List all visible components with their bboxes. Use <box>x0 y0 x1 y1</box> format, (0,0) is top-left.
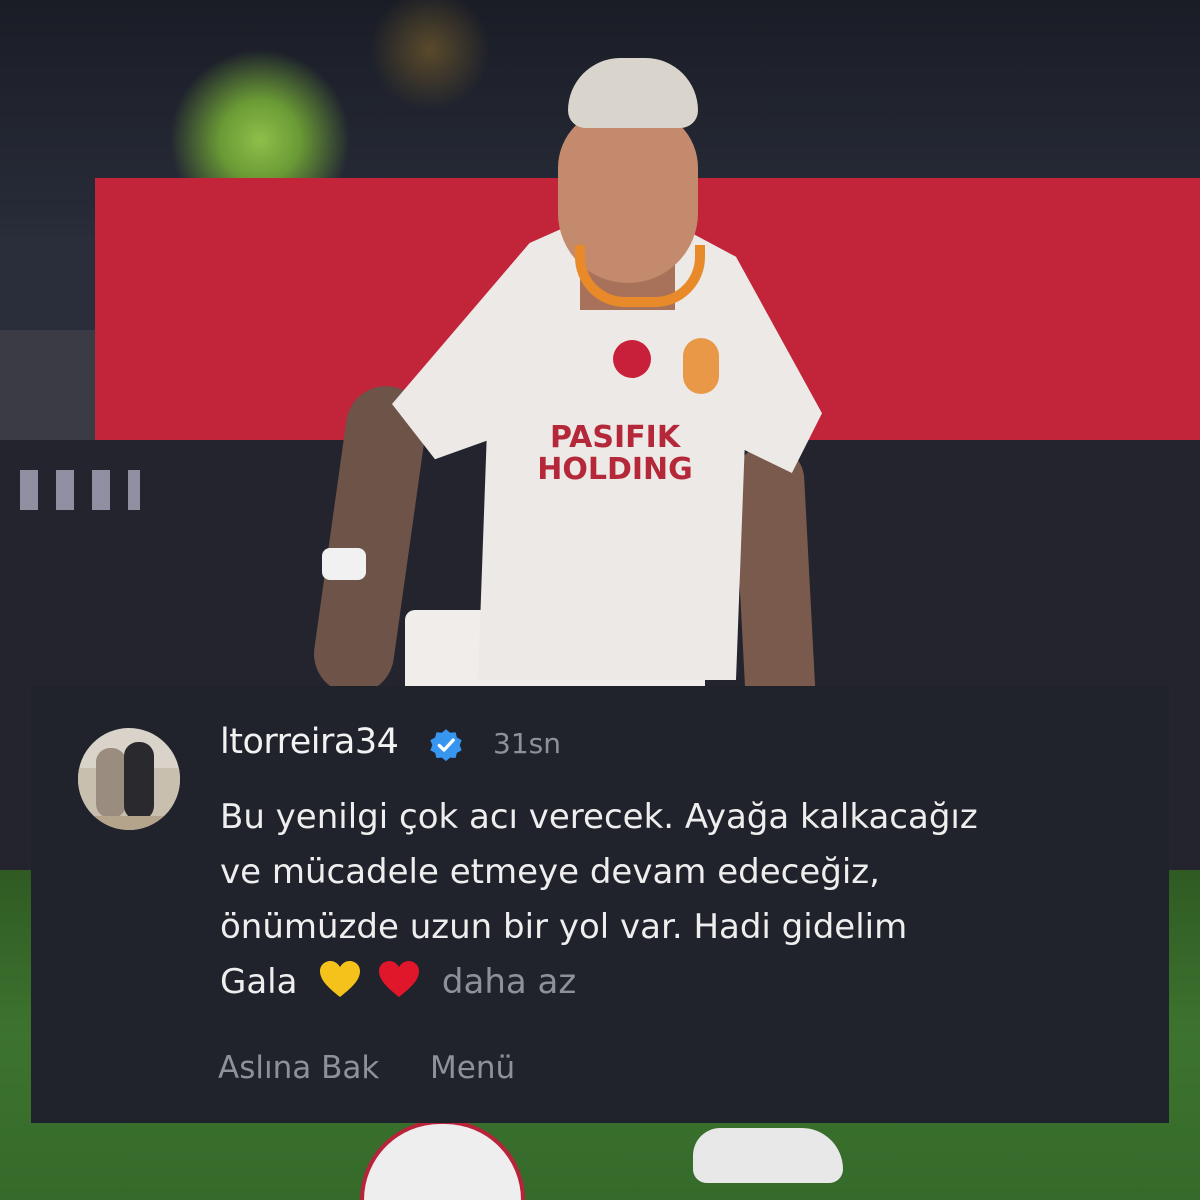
verified-badge-icon <box>430 729 462 762</box>
avatar[interactable] <box>78 728 180 830</box>
club-crest-icon <box>683 338 719 394</box>
yellow-heart-icon <box>320 961 361 997</box>
comment-timestamp: 31sn <box>493 727 561 760</box>
username[interactable]: ltorreira34 <box>220 722 399 762</box>
led-dots <box>20 470 140 510</box>
shirt-sponsor: PASIFIK HOLDING <box>525 422 705 486</box>
football-boot <box>693 1128 843 1183</box>
collapse-link[interactable]: daha az <box>442 962 576 1002</box>
view-original-button[interactable]: Aslına Bak <box>218 1050 379 1086</box>
shirt-sponsor-line1: PASIFIK <box>549 420 681 455</box>
player-hair <box>568 58 698 128</box>
avatar-person-1 <box>96 748 126 818</box>
shirt-sponsor-line2: HOLDING <box>537 452 693 487</box>
avatar-person-2 <box>124 742 154 820</box>
wristband <box>322 548 366 580</box>
avatar-floor <box>78 816 180 830</box>
turkish-flag-crest-icon <box>613 340 651 378</box>
menu-button[interactable]: Menü <box>430 1050 515 1086</box>
comment-text: Bu yenilgi çok acı verecek. Ayağa kalkac… <box>220 790 980 1010</box>
advertising-board-left <box>0 330 95 440</box>
red-heart-icon <box>379 961 420 997</box>
